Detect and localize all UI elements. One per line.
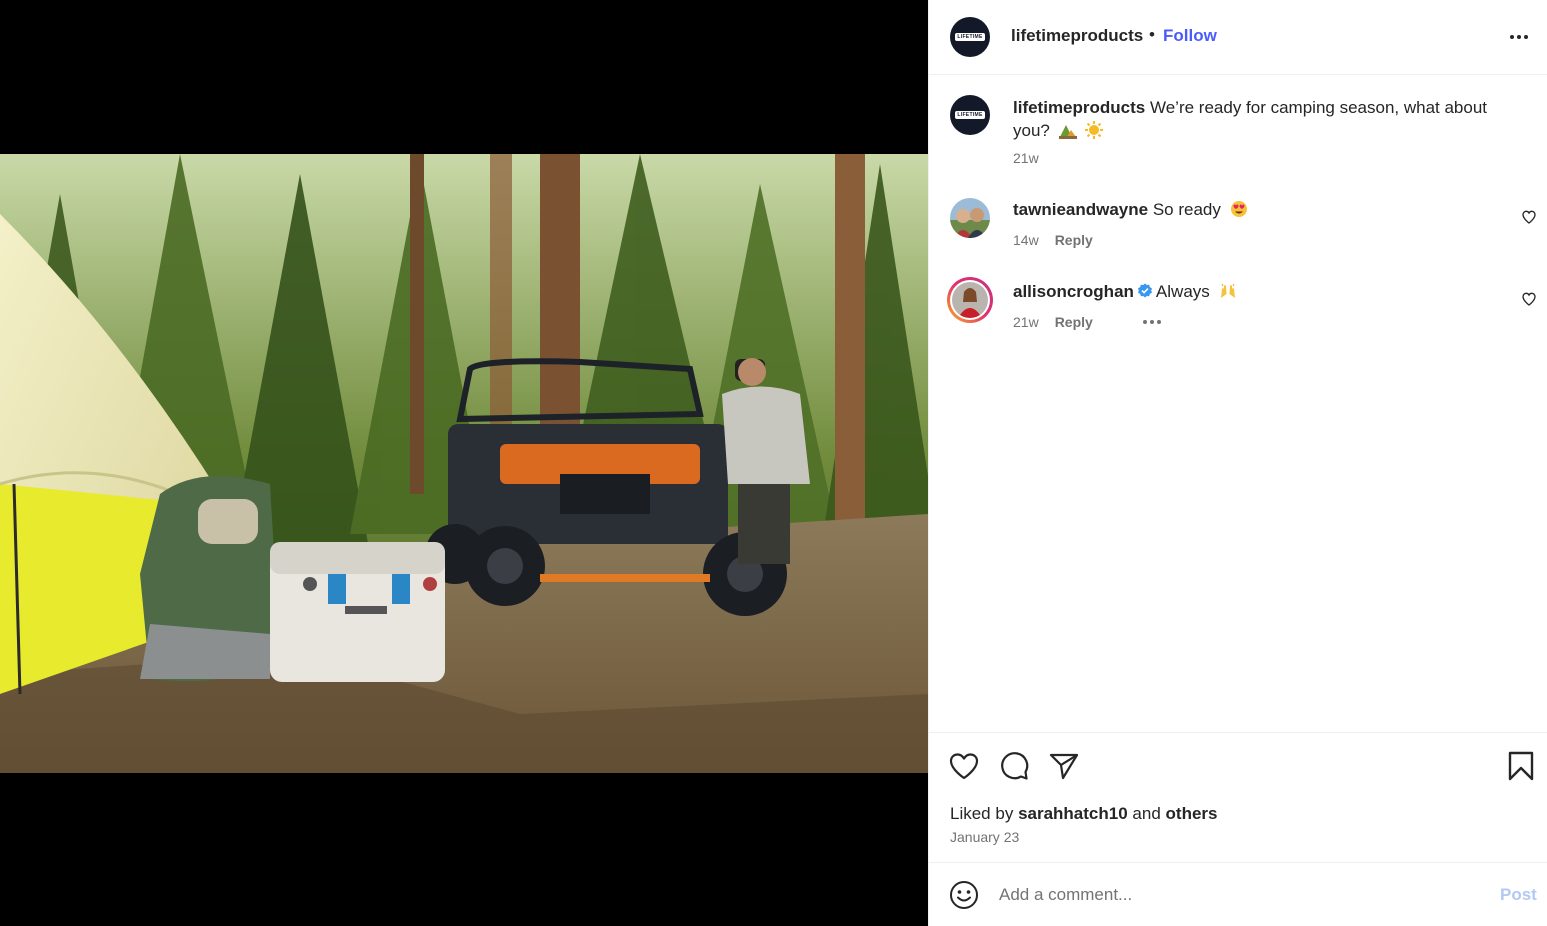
commenter-avatar[interactable]	[950, 198, 990, 238]
media-panel	[0, 0, 928, 926]
share-icon[interactable]	[1048, 750, 1080, 782]
comment-username[interactable]: tawnieandwayne	[1013, 200, 1148, 219]
reply-button[interactable]: Reply	[1055, 232, 1093, 248]
author-avatar[interactable]: LIFETIME	[950, 17, 990, 57]
like-icon[interactable]	[948, 750, 980, 782]
comment-timestamp[interactable]: 21w	[1013, 314, 1039, 330]
comment-composer: Post	[929, 863, 1547, 926]
liked-user[interactable]: sarahhatch10	[1018, 804, 1128, 823]
raising-hands-emoji	[1220, 283, 1235, 298]
likes-summary: Liked by sarahhatch10 and others	[950, 804, 1218, 824]
caption-username[interactable]: lifetimeproducts	[1013, 98, 1145, 117]
more-options-icon[interactable]	[1504, 22, 1534, 52]
avatar-badge: LIFETIME	[955, 111, 985, 119]
caption: lifetimeproducts We’re ready for camping…	[1013, 96, 1513, 142]
post-side-panel: LIFETIME lifetimeproducts • Follow LIFET…	[928, 0, 1547, 926]
post-comment-button[interactable]: Post	[1500, 885, 1537, 905]
header-separator: •	[1149, 25, 1155, 44]
commenter-avatar-story-ring[interactable]	[947, 277, 993, 323]
post-actions: Liked by sarahhatch10 and others January…	[929, 732, 1547, 863]
comment-options-icon[interactable]	[1142, 320, 1161, 324]
caption-avatar[interactable]: LIFETIME	[950, 95, 990, 135]
comment-text-line: allisoncroghan Always	[1013, 282, 1237, 302]
save-icon[interactable]	[1505, 750, 1537, 782]
post-dialog: LIFETIME lifetimeproducts • Follow LIFET…	[0, 0, 1547, 926]
liked-prefix: Liked by	[950, 804, 1014, 823]
emoji-icon[interactable]	[949, 880, 979, 910]
follow-button[interactable]: Follow	[1163, 26, 1217, 46]
reply-button[interactable]: Reply	[1055, 314, 1093, 330]
post-header: LIFETIME lifetimeproducts • Follow	[929, 0, 1547, 75]
comment-username[interactable]: allisoncroghan	[1013, 282, 1134, 301]
heart-small-icon[interactable]	[1521, 209, 1537, 225]
caption-timestamp[interactable]: 21w	[1013, 150, 1039, 166]
post-photo[interactable]	[0, 154, 928, 773]
comment-text: So ready	[1152, 200, 1221, 219]
author-username[interactable]: lifetimeproducts	[1011, 26, 1143, 46]
comment-text: Always	[1155, 282, 1210, 301]
comment-icon[interactable]	[998, 750, 1030, 782]
comment-input[interactable]	[999, 880, 1469, 910]
liked-others[interactable]: others	[1166, 804, 1218, 823]
camping-emoji	[1058, 125, 1077, 139]
comment-text-line: tawnieandwayne So ready	[1013, 200, 1248, 220]
comment-meta: 21w Reply	[1013, 314, 1161, 330]
verified-icon	[1137, 283, 1152, 298]
comment-meta: 14w Reply	[1013, 232, 1093, 248]
post-date[interactable]: January 23	[950, 829, 1019, 845]
heart-small-icon[interactable]	[1521, 291, 1537, 307]
sun-emoji	[1085, 121, 1104, 139]
liked-and: and	[1132, 804, 1161, 823]
comment-timestamp[interactable]: 14w	[1013, 232, 1039, 248]
heart-eyes-emoji	[1230, 201, 1247, 217]
avatar-badge: LIFETIME	[955, 33, 985, 41]
